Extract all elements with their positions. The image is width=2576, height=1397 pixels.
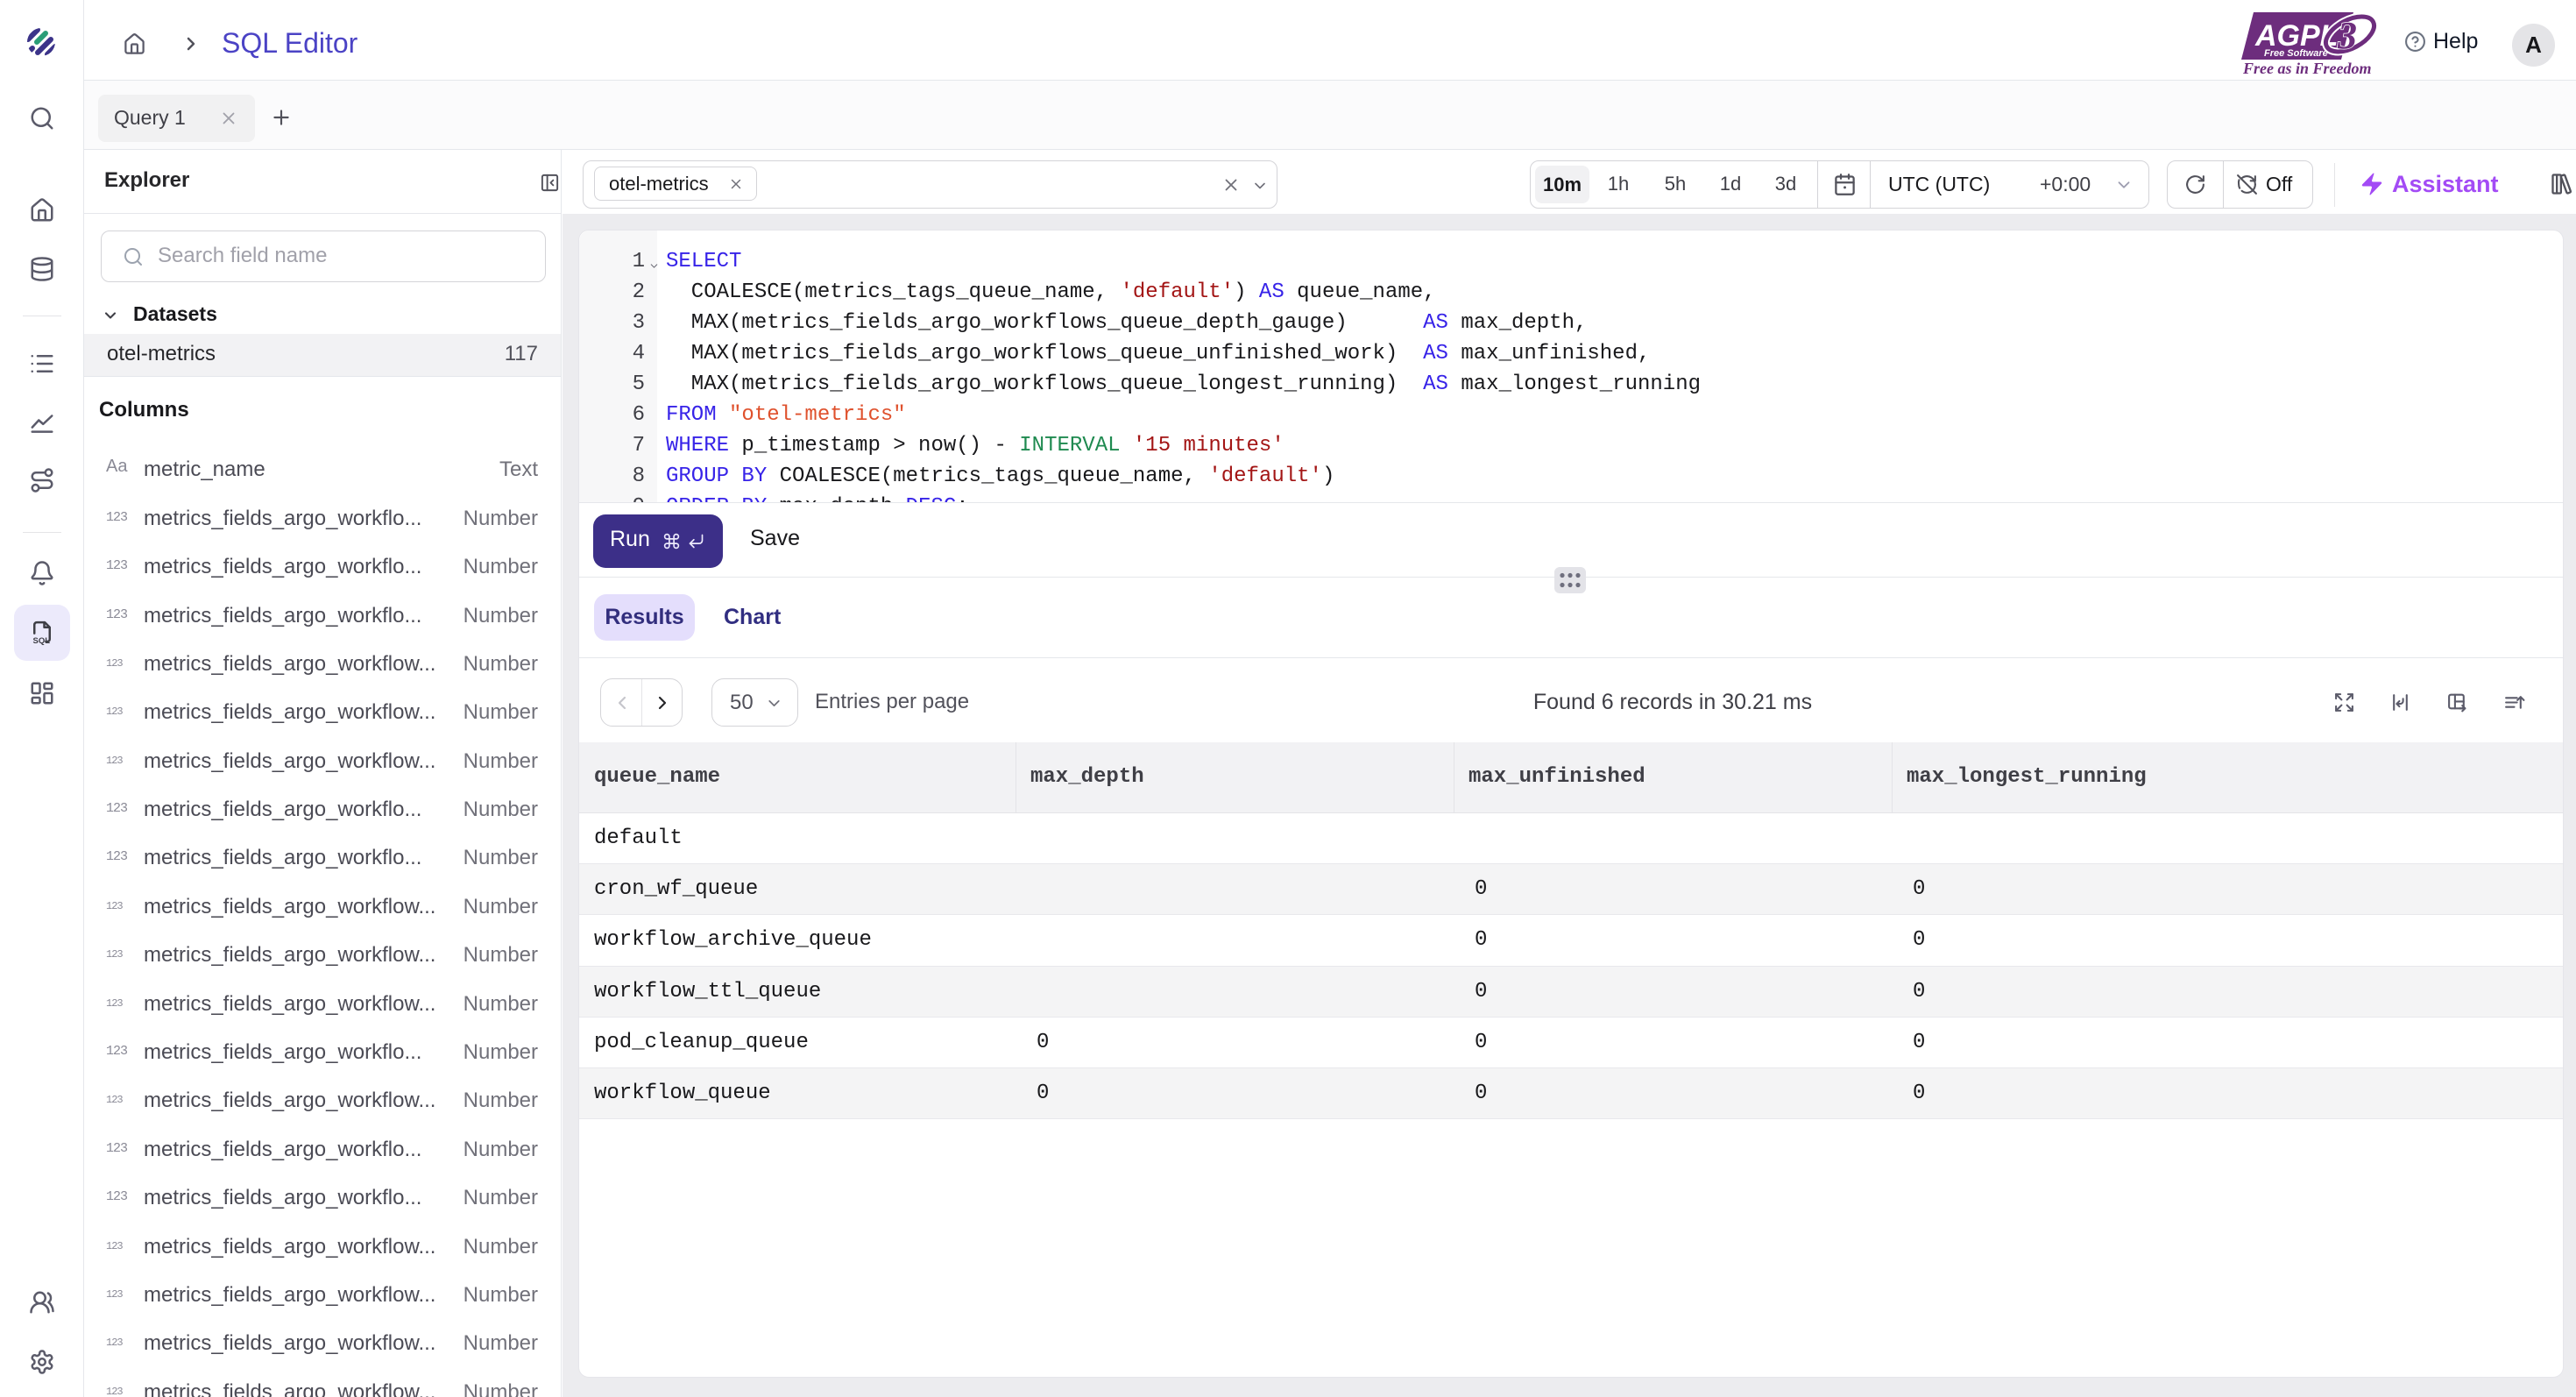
svg-text:Free as in Freedom: Free as in Freedom: [2242, 60, 2372, 77]
svg-text:Free Software: Free Software: [2264, 48, 2328, 59]
svg-text:3: 3: [2337, 14, 2357, 57]
svg-text:SQL: SQL: [33, 636, 51, 646]
